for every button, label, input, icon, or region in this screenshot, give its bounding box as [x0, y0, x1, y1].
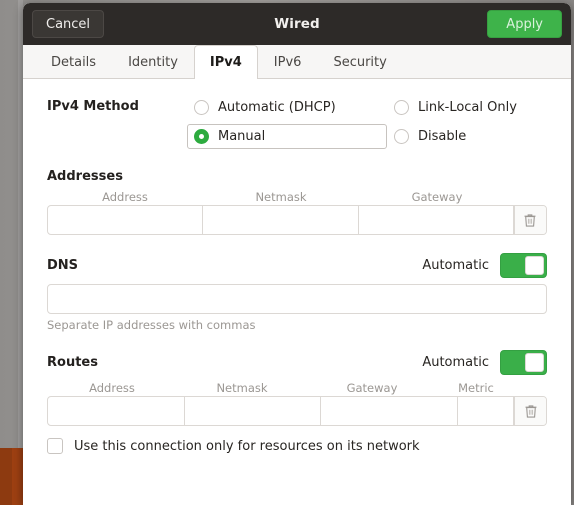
routes-column-headers: Address Netmask Gateway Metric	[47, 381, 547, 395]
column-header-gateway: Gateway	[411, 190, 463, 204]
dns-heading: DNS	[47, 258, 79, 273]
radio-manual[interactable]: Manual	[187, 124, 387, 149]
restrict-connection-label: Use this connection only for resources o…	[74, 438, 420, 454]
route-address-cell	[48, 397, 185, 425]
apply-button[interactable]: Apply	[487, 10, 562, 38]
netmask-input[interactable]	[203, 206, 358, 234]
column-header-gateway: Gateway	[346, 381, 398, 395]
address-cell	[48, 206, 204, 234]
radio-automatic-dhcp[interactable]: Automatic (DHCP)	[187, 95, 387, 120]
column-header-address: Address	[89, 381, 135, 395]
addresses-heading: Addresses	[47, 169, 123, 184]
radio-indicator-selected-icon	[194, 129, 209, 144]
tab-identity[interactable]: Identity	[112, 45, 194, 78]
trash-icon	[525, 404, 537, 418]
tab-details[interactable]: Details	[35, 45, 112, 78]
route-metric-cell	[458, 397, 515, 425]
route-address-input[interactable]	[48, 397, 184, 425]
column-header-netmask: Netmask	[216, 381, 268, 395]
routes-row	[47, 396, 547, 426]
routes-automatic-label: Automatic	[422, 355, 489, 370]
radio-indicator-icon	[394, 100, 409, 115]
desktop-background: Cancel Wired Apply Details Identity IPv4…	[0, 0, 574, 505]
route-netmask-cell	[184, 397, 322, 425]
dns-automatic-control: Automatic	[422, 253, 547, 278]
gateway-cell	[358, 206, 514, 234]
tab-ipv4[interactable]: IPv4	[193, 45, 258, 79]
restrict-connection-checkbox-row[interactable]: Use this connection only for resources o…	[47, 438, 547, 454]
tab-ipv6[interactable]: IPv6	[258, 45, 318, 78]
ipv4-method-block: IPv4 Method Automatic (DHCP) Link-Local …	[47, 95, 547, 149]
dialog-headerbar: Cancel Wired Apply	[23, 3, 571, 45]
routes-automatic-toggle[interactable]	[500, 350, 547, 375]
tab-bar: Details Identity IPv4 IPv6 Security	[23, 45, 571, 79]
desktop-launcher-edge	[0, 448, 12, 505]
toggle-knob	[525, 256, 544, 275]
dns-servers-input[interactable]	[47, 284, 547, 314]
routes-automatic-control: Automatic	[422, 350, 547, 375]
radio-indicator-icon	[394, 129, 409, 144]
addresses-heading-row: Addresses	[47, 169, 547, 184]
route-netmask-input[interactable]	[184, 397, 321, 425]
addresses-column-headers: Address Netmask Gateway	[47, 190, 547, 204]
ipv4-method-options: Automatic (DHCP) Link-Local Only Manual …	[187, 95, 547, 149]
gateway-input[interactable]	[358, 206, 513, 234]
route-metric-input[interactable]	[458, 397, 514, 425]
address-input[interactable]	[48, 206, 203, 234]
route-gateway-input[interactable]	[321, 397, 458, 425]
radio-indicator-icon	[194, 100, 209, 115]
dns-hint-text: Separate IP addresses with commas	[47, 318, 256, 332]
radio-link-local-only[interactable]: Link-Local Only	[387, 95, 547, 120]
dns-automatic-toggle[interactable]	[500, 253, 547, 278]
restrict-connection-checkbox[interactable]	[47, 438, 63, 454]
tab-security[interactable]: Security	[317, 45, 402, 78]
dns-section: DNS Automatic Separate IP addresses with…	[47, 253, 547, 332]
delete-address-row-button[interactable]	[513, 206, 546, 234]
dns-automatic-label: Automatic	[422, 258, 489, 273]
dns-heading-row: DNS Automatic	[47, 253, 547, 278]
toggle-knob	[525, 353, 544, 372]
addresses-row	[47, 205, 547, 235]
column-header-spacer	[515, 381, 547, 395]
netmask-cell	[203, 206, 359, 234]
ipv4-settings-panel: IPv4 Method Automatic (DHCP) Link-Local …	[23, 79, 571, 505]
radio-disable[interactable]: Disable	[387, 124, 547, 149]
routes-heading: Routes	[47, 355, 98, 370]
route-gateway-cell	[321, 397, 459, 425]
delete-route-row-button[interactable]	[514, 397, 546, 425]
radio-label: Manual	[218, 129, 266, 144]
radio-label: Automatic (DHCP)	[218, 100, 336, 115]
column-header-spacer	[515, 190, 547, 204]
addresses-section: Addresses Address Netmask Gateway	[47, 169, 547, 235]
routes-section: Routes Automatic Address Netmask Gateway…	[47, 350, 547, 454]
ipv4-method-label: IPv4 Method	[47, 99, 139, 114]
cancel-button[interactable]: Cancel	[32, 10, 105, 38]
routes-heading-row: Routes Automatic	[47, 350, 547, 375]
radio-label: Disable	[418, 129, 467, 144]
radio-label: Link-Local Only	[418, 100, 517, 115]
column-header-metric: Metric	[458, 381, 494, 395]
trash-icon	[524, 213, 536, 227]
column-header-netmask: Netmask	[255, 190, 307, 204]
column-header-address: Address	[102, 190, 148, 204]
wired-connection-dialog: Cancel Wired Apply Details Identity IPv4…	[23, 3, 571, 505]
